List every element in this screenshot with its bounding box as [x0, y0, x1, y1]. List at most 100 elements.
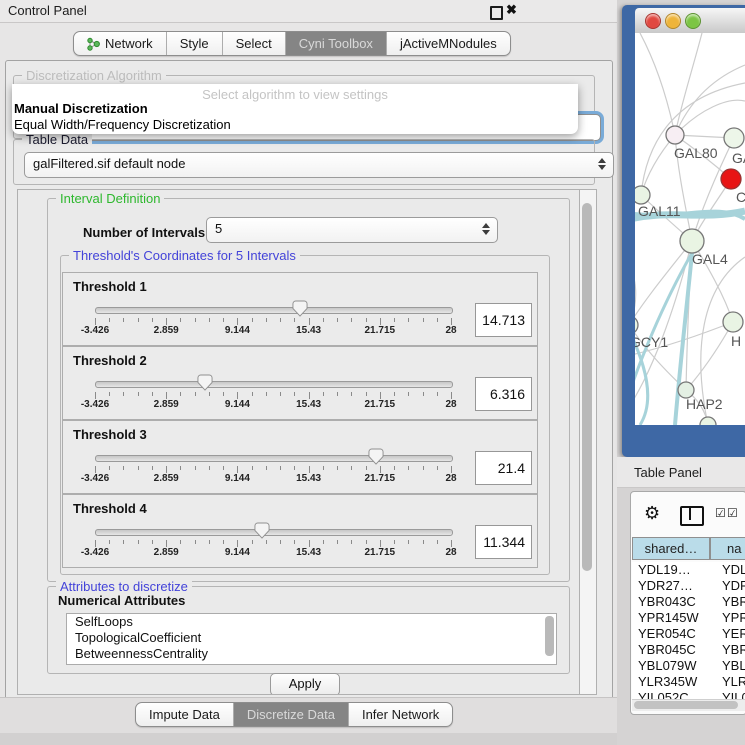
checkbox-icon[interactable]: ☑ — [715, 506, 726, 520]
slider-tick-label: 21.715 — [365, 325, 396, 336]
attribute-list-item[interactable]: BetweennessCentrality — [67, 646, 556, 662]
slider-tick — [138, 318, 139, 322]
threshold-value-field[interactable]: 6.316 — [475, 377, 532, 411]
slider-tick — [309, 318, 310, 325]
threshold-slider-track[interactable] — [95, 381, 453, 388]
slider-tick — [309, 466, 310, 473]
zoom-window-icon[interactable] — [685, 13, 701, 29]
table-row[interactable]: YBR045CYBR045C — [632, 642, 745, 658]
network-node[interactable] — [635, 186, 650, 204]
number-of-intervals-combobox[interactable]: 5 — [206, 217, 498, 243]
slider-tick — [351, 540, 352, 544]
scrollbar-thumb[interactable] — [582, 203, 592, 571]
slider-tick — [394, 466, 395, 470]
threshold-slider-track[interactable] — [95, 529, 453, 536]
split-columns-icon[interactable] — [680, 506, 704, 526]
threshold-value-field[interactable]: 21.4 — [475, 451, 532, 485]
slider-tick — [394, 392, 395, 396]
table-row[interactable]: YBR043CYBR043C — [632, 594, 745, 610]
tab-select[interactable]: Select — [223, 32, 286, 55]
control-panel-tabbar: NetworkStyleSelect Cyni Toolbox jActiveMNo… — [73, 31, 511, 56]
slider-tick — [280, 466, 281, 470]
slider-tick — [337, 392, 338, 396]
network-node[interactable] — [635, 316, 638, 334]
table-row[interactable]: YDL19…YDL19 — [632, 562, 745, 578]
slider-tick — [423, 318, 424, 322]
threshold-slider-track[interactable] — [95, 455, 453, 462]
slider-tick — [180, 540, 181, 544]
network-node[interactable] — [724, 128, 744, 148]
bottom-tab-discretize-data[interactable]: Discretize Data — [234, 703, 349, 726]
attributes-group: Attributes to discretize Numerical Attri… — [47, 586, 570, 674]
algorithm-option-equal-width-frequency-discretization[interactable]: Equal Width/Frequency Discretization — [14, 117, 231, 132]
network-edge[interactable] — [686, 322, 733, 390]
slider-tick — [451, 318, 452, 325]
slider-tick — [337, 466, 338, 470]
gear-icon[interactable]: ⚙ — [644, 503, 660, 524]
network-edge[interactable] — [675, 33, 702, 135]
slider-tick — [195, 318, 196, 322]
threshold-panel-1: Threshold 1-3.4262.8599.14415.4321.71528… — [62, 272, 538, 346]
network-edge[interactable] — [641, 135, 675, 195]
apply-button[interactable]: Apply — [270, 673, 340, 695]
threshold-slider-thumb[interactable] — [368, 448, 384, 465]
table-horizontal-scrollbar[interactable] — [632, 699, 745, 711]
bottom-tab-infer-network[interactable]: Infer Network — [349, 703, 452, 726]
attribute-list-item[interactable]: TopologicalCoefficient — [67, 630, 556, 646]
threshold-slider-thumb[interactable] — [254, 522, 270, 539]
attribute-list-item[interactable]: SelfLoops — [67, 614, 556, 630]
tab-label: Cyni Toolbox — [299, 33, 373, 55]
slider-tick-label: 2.859 — [154, 547, 179, 558]
checkbox-icon[interactable]: ☑ — [727, 506, 738, 520]
network-node[interactable] — [666, 126, 684, 144]
network-node[interactable] — [721, 169, 741, 189]
bottom-tab-impute-data[interactable]: Impute Data — [136, 703, 234, 726]
tab-jactivemnodules[interactable]: jActiveMNodules — [387, 32, 510, 55]
table-row[interactable]: YLR345WYLR345W — [632, 674, 745, 690]
minimize-window-icon[interactable] — [665, 13, 681, 29]
cell-name: YBR043C — [716, 594, 745, 610]
column-header-name[interactable]: na — [710, 537, 745, 560]
attributes-list-scrollbar[interactable] — [545, 616, 554, 656]
column-header-shared-name[interactable]: shared… — [632, 537, 710, 560]
numerical-attributes-label: Numerical Attributes — [58, 593, 185, 608]
threshold-value-field[interactable]: 14.713 — [475, 303, 532, 337]
slider-tick — [166, 392, 167, 399]
cell-shared-name: YBR043C — [632, 594, 716, 610]
table-row[interactable]: YIL052CYIL052C — [632, 690, 745, 699]
interval-definition-group: Interval Definition Number of Intervals … — [47, 198, 570, 582]
network-window-titlebar[interactable] — [635, 8, 745, 34]
tab-cyni-toolbox[interactable]: Cyni Toolbox — [286, 32, 387, 55]
network-node[interactable] — [680, 229, 704, 253]
node-label: GAL11 — [638, 203, 681, 219]
close-icon[interactable]: ✖ — [506, 2, 517, 18]
table-row[interactable]: YER054CYER054C — [632, 626, 745, 642]
tab-network[interactable]: Network — [74, 32, 167, 55]
threshold-slider-thumb[interactable] — [292, 300, 308, 317]
table-row[interactable]: YPR145WYPR145W — [632, 610, 745, 626]
slider-tick-label: -3.426 — [81, 325, 109, 336]
table-data-combobox[interactable]: galFiltered.sif default node — [24, 152, 614, 178]
numerical-attributes-list[interactable]: SelfLoopsTopologicalCoefficientBetweenne… — [66, 613, 557, 665]
network-edge[interactable] — [635, 241, 692, 325]
algorithm-option-manual-discretization[interactable]: Manual Discretization — [14, 101, 148, 116]
network-canvas[interactable]: GAL80GACGAL11GAL4GCY1HHAP2 — [635, 33, 745, 425]
settings-vertical-scrollbar[interactable] — [579, 189, 597, 695]
threshold-value-field[interactable]: 11.344 — [475, 525, 532, 559]
slider-tick-label: 28 — [445, 473, 456, 484]
slider-tick — [266, 392, 267, 396]
scrollbar-thumb[interactable] — [634, 701, 738, 709]
tab-style[interactable]: Style — [167, 32, 223, 55]
threshold-slider-thumb[interactable] — [197, 374, 213, 391]
network-edge[interactable] — [640, 33, 675, 135]
network-node[interactable] — [723, 312, 743, 332]
slider-tick — [209, 466, 210, 470]
threshold-slider-track[interactable] — [95, 307, 453, 314]
threshold-label: Threshold 4 — [73, 501, 147, 516]
network-node[interactable] — [700, 417, 716, 425]
float-window-icon[interactable] — [490, 6, 503, 20]
slider-tick — [237, 392, 238, 399]
table-row[interactable]: YDR27…YDR27 — [632, 578, 745, 594]
close-window-icon[interactable] — [645, 13, 661, 29]
table-row[interactable]: YBL079WYBL079W — [632, 658, 745, 674]
